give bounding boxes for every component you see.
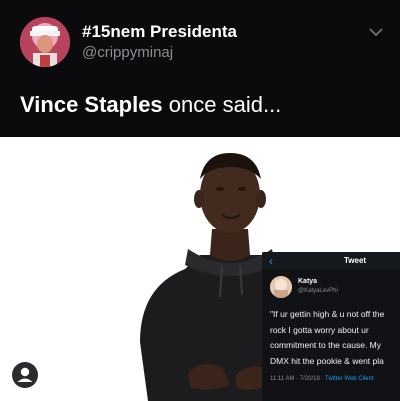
embedded-tweet-line: DMX hit the pookie & went pla [270,355,384,366]
embedded-tweet-line: rock I gotta worry about ur [270,324,369,335]
embedded-author-handle: @KatyaLevPhi [298,288,338,294]
embedded-tweet-time: 11:11 AM · 7/20/18 · [270,376,326,382]
tweet-text: Vince Staples once said... [20,92,281,118]
embedded-tweet-client: Twitter Web Client [325,376,374,382]
tweet-text-name: Vince Staples [20,92,163,117]
embedded-tweet-meta: 11:11 AM · 7/20/18 · Twitter Web Client [270,376,374,382]
embedded-tweet-line: commitment to the cause. My [270,340,382,350]
embedded-author-avatar [270,276,292,298]
person-circle-icon[interactable] [12,362,38,388]
tweet-header: #15nem Presidenta @crippyminaj Vince Sta… [0,0,400,137]
chevron-down-icon[interactable] [368,26,384,38]
chevron-left-icon: ‹ [269,254,273,268]
embedded-tweet-topbar: ‹ Tweet [262,252,400,270]
embedded-tweet-line: "If ur gettin high & u not off the [270,309,385,319]
author-display-name[interactable]: #15nem Presidenta [82,22,237,42]
embedded-author-name: Katya [298,278,318,285]
embedded-tweet-body: "If ur gettin high & u not off the rock … [270,307,400,369]
author-handle[interactable]: @crippyminaj [82,44,173,61]
tweet-media[interactable]: ‹ Tweet Katya @KatyaLevPhi "If ur gettin… [0,137,400,401]
author-avatar[interactable] [20,17,70,67]
tweet-text-rest: once said... [162,92,282,117]
embedded-tweet-screenshot: ‹ Tweet Katya @KatyaLevPhi "If ur gettin… [262,252,400,401]
embedded-tweet-title: Tweet [344,256,367,265]
